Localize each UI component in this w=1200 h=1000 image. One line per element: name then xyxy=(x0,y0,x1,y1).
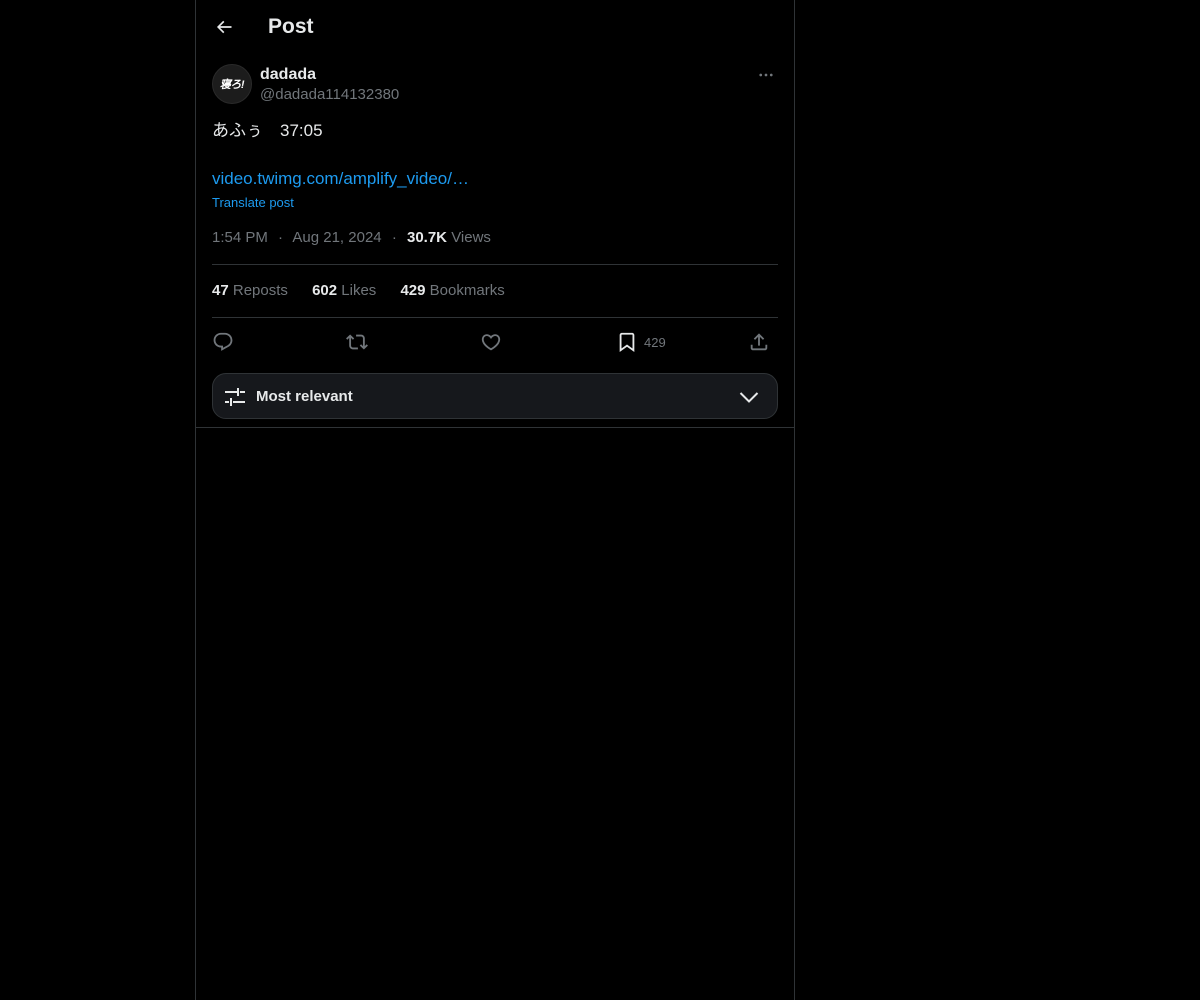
reply-button[interactable] xyxy=(212,326,234,358)
separator-dot: · xyxy=(391,229,397,246)
bookmark-count: 429 xyxy=(644,334,666,350)
repost-button[interactable] xyxy=(346,326,368,358)
translate-post-link[interactable]: Translate post xyxy=(212,194,294,212)
avatar[interactable]: 寝ろ! xyxy=(212,64,252,104)
sort-label: Most relevant xyxy=(256,388,353,405)
chevron-down-icon xyxy=(737,385,761,409)
avatar-text: 寝ろ! xyxy=(219,79,245,91)
action-bar: 429 xyxy=(212,326,778,358)
post-meta: 1:54 PM · Aug 21, 2024 · 30.7K Views xyxy=(212,228,491,248)
bookmarks-count: 429 xyxy=(400,282,426,299)
repost-icon xyxy=(346,331,368,353)
likes-stat[interactable]: 602 Likes xyxy=(312,281,376,301)
author-row: 寝ろ! dadada @dadada114132380 xyxy=(212,64,778,108)
views-label: Views xyxy=(451,229,491,246)
heart-icon xyxy=(480,331,502,353)
more-options-button[interactable] xyxy=(754,64,778,86)
bookmark-icon xyxy=(616,331,638,353)
share-button[interactable] xyxy=(748,326,770,358)
bookmark-button[interactable]: 429 xyxy=(616,326,666,358)
post-text: あふぅ 37:05 xyxy=(212,121,323,140)
post-link[interactable]: video.twimg.com/amplify_video/… xyxy=(212,167,469,191)
reply-icon xyxy=(212,331,234,353)
page-title: Post xyxy=(268,15,314,38)
post-column: Post 寝ろ! dadada @dadada114132380 あふぅ 37:… xyxy=(195,0,795,1000)
divider xyxy=(196,427,794,428)
post-time[interactable]: 1:54 PM xyxy=(212,229,268,246)
divider xyxy=(212,264,778,265)
author-display-name[interactable]: dadada xyxy=(260,64,316,85)
post-date[interactable]: Aug 21, 2024 xyxy=(292,229,381,246)
engagement-stats: 47 Reposts 602 Likes 429 Bookmarks xyxy=(212,281,525,301)
views-count: 30.7K xyxy=(406,229,448,246)
more-horizontal-icon xyxy=(757,66,775,84)
top-bar: Post xyxy=(196,0,794,54)
reposts-count: 47 xyxy=(212,282,229,299)
arrow-left-icon xyxy=(214,17,234,37)
separator-dot: · xyxy=(278,229,284,246)
likes-label: Likes xyxy=(341,282,377,299)
divider xyxy=(212,317,778,318)
reposts-label: Reposts xyxy=(232,282,288,299)
like-button[interactable] xyxy=(480,326,502,358)
share-icon xyxy=(748,331,770,353)
likes-count: 602 xyxy=(312,282,338,299)
sort-replies-dropdown[interactable]: Most relevant xyxy=(212,373,778,419)
author-handle[interactable]: @dadada114132380 xyxy=(260,85,399,105)
bookmarks-label: Bookmarks xyxy=(429,282,505,299)
bookmarks-stat[interactable]: 429 Bookmarks xyxy=(400,281,504,301)
back-button[interactable] xyxy=(208,11,240,43)
sliders-icon xyxy=(223,385,247,409)
reposts-stat[interactable]: 47 Reposts xyxy=(212,281,288,301)
